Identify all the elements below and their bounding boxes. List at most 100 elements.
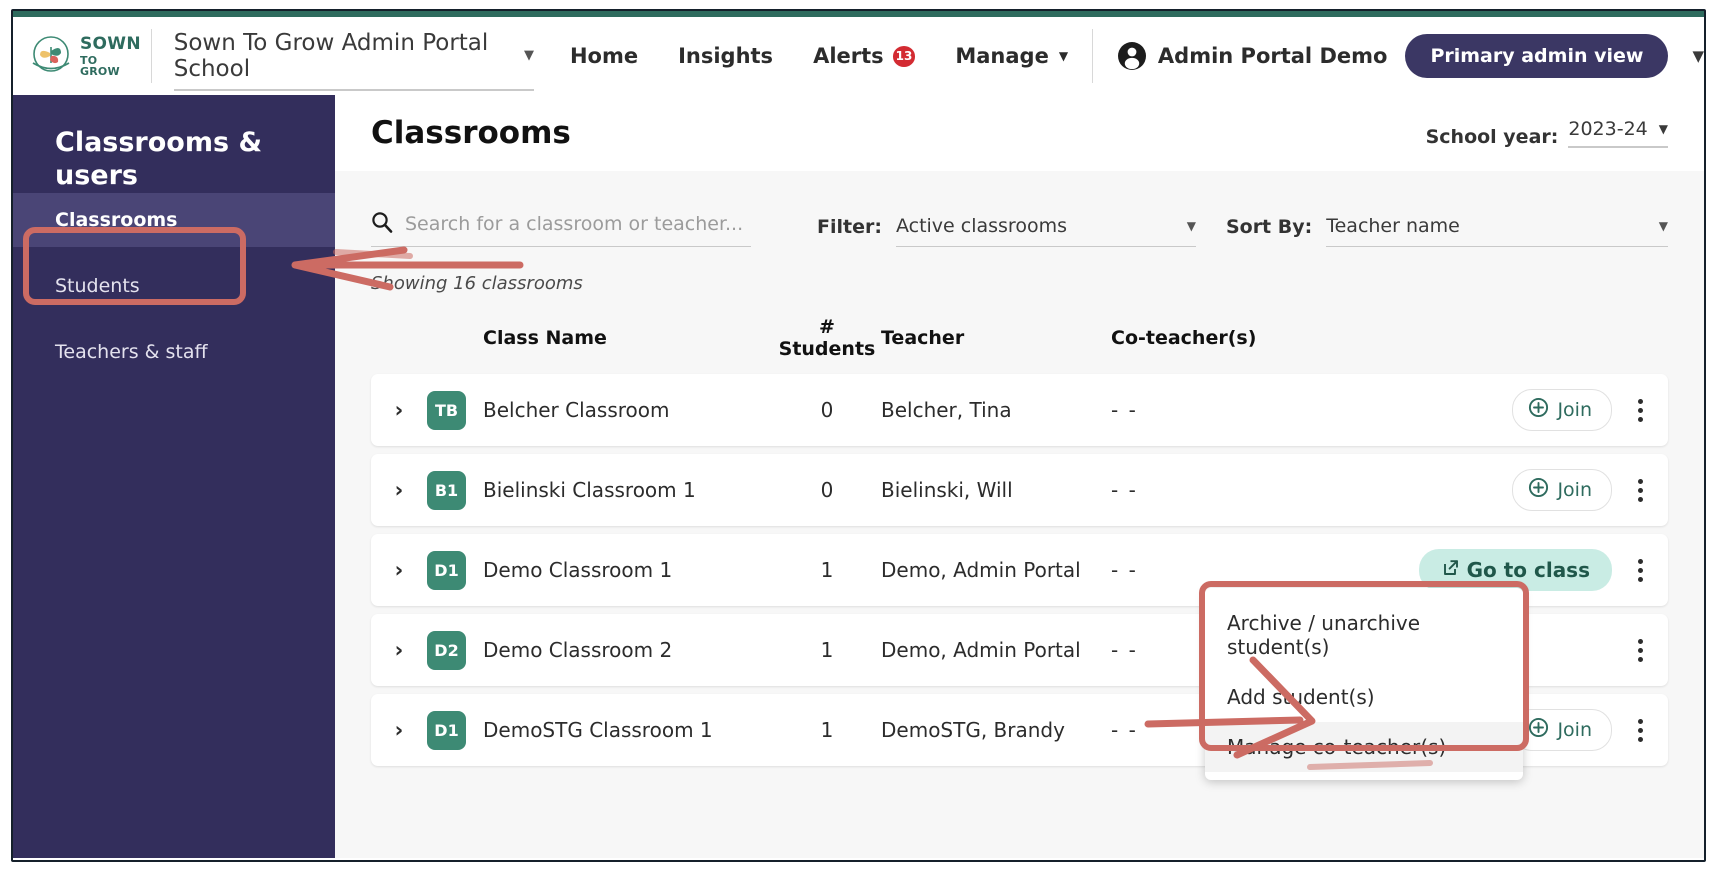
alerts-count-badge: 13	[892, 45, 916, 67]
page-header: Classrooms School year: 2023-24 ▼	[335, 95, 1704, 171]
school-year-control: School year: 2023-24 ▼	[1426, 118, 1668, 148]
join-button[interactable]: Join	[1512, 389, 1612, 431]
logo-line-2: TO GROW	[80, 53, 120, 78]
sidebar-title: Classrooms & users	[55, 127, 262, 191]
student-count: 1	[820, 638, 834, 662]
menu-item-add-students[interactable]: Add student(s)	[1205, 672, 1523, 722]
brand-logo[interactable]: SOWN TO GROW	[28, 33, 141, 79]
nav-link-home[interactable]: Home	[570, 44, 638, 68]
sort-by-select[interactable]: Teacher name ▼	[1326, 215, 1668, 247]
go-to-class-button[interactable]: Go to class	[1418, 549, 1612, 591]
expand-row-chevron-right-icon[interactable]: ›	[371, 398, 427, 422]
sidebar: Classrooms & users Classrooms Students T…	[13, 95, 335, 862]
go-to-class-label: Go to class	[1466, 558, 1590, 582]
menu-item-manage-co-teachers[interactable]: Manage co-teacher(s)	[1205, 722, 1523, 772]
plus-circle-icon	[1528, 717, 1549, 743]
chevron-down-icon: ▼	[1058, 49, 1069, 63]
search-box[interactable]	[371, 211, 751, 247]
row-more-options-icon[interactable]	[1612, 478, 1668, 502]
expand-row-chevron-right-icon[interactable]: ›	[371, 638, 427, 662]
row-more-options-icon[interactable]	[1612, 558, 1668, 582]
sidebar-item-students[interactable]: Students	[13, 259, 335, 313]
school-year-value: 2023-24	[1568, 118, 1648, 140]
page-title: Classrooms	[371, 115, 571, 151]
chevron-down-icon: ▼	[1658, 122, 1668, 136]
table-row[interactable]: › B1 Bielinski Classroom 1 0 Bielinski, Will…	[371, 454, 1668, 526]
user-name-label: Admin Portal Demo	[1157, 44, 1388, 68]
teacher-name: Bielinski, Will	[881, 478, 1013, 502]
nav-divider	[150, 29, 152, 83]
classroom-name: DemoSTG Classroom 1	[483, 718, 713, 742]
classroom-avatar: TB	[427, 390, 466, 430]
results-count: Showing 16 classrooms	[371, 273, 583, 294]
menu-item-archive-unarchive-students[interactable]: Archive / unarchive student(s)	[1205, 598, 1523, 672]
filter-select[interactable]: Active classrooms ▼	[895, 215, 1196, 247]
student-count: 0	[820, 398, 834, 422]
student-count: 1	[820, 558, 834, 582]
school-year-label: School year:	[1425, 126, 1559, 148]
co-teacher-names: - -	[1111, 558, 1138, 582]
table-header-row: Class Name # Students Teacher Co-teacher…	[371, 294, 1668, 374]
app-screenshot: SOWN TO GROW Sown To Grow Admin Portal S…	[0, 0, 1716, 870]
sort-by-control: Sort By: Teacher name ▼	[1226, 215, 1668, 247]
nav-link-alerts[interactable]: Alerts 13	[813, 44, 916, 68]
classroom-avatar: D1	[427, 710, 466, 750]
join-button[interactable]: Join	[1512, 709, 1612, 751]
filters-toolbar: Filter: Active classrooms ▼ Sort By: Tea…	[335, 171, 1704, 247]
expand-row-chevron-right-icon[interactable]: ›	[371, 478, 427, 502]
sidebar-item-classrooms[interactable]: Classrooms	[13, 192, 335, 247]
classroom-avatar: D1	[427, 550, 466, 590]
sidebar-item-students-label: Students	[55, 274, 140, 297]
filter-control: Filter: Active classrooms ▼	[817, 215, 1196, 247]
join-button-label: Join	[1557, 479, 1592, 501]
sown-to-grow-logo-icon	[28, 33, 74, 79]
join-button-label: Join	[1557, 399, 1592, 421]
user-account[interactable]: Admin Portal Demo	[1117, 41, 1388, 71]
classroom-name: Demo Classroom 2	[483, 638, 673, 662]
chevron-down-icon: ▼	[523, 48, 534, 63]
classroom-avatar: B1	[427, 470, 466, 510]
expand-row-chevron-right-icon[interactable]: ›	[371, 718, 427, 742]
column-header-teacher: Teacher	[881, 327, 965, 349]
teacher-name: Demo, Admin Portal	[881, 638, 1081, 662]
account-chevron-down-icon[interactable]: ▼	[1692, 47, 1704, 65]
avatar-icon	[1117, 41, 1147, 71]
nav-divider-2	[1092, 29, 1093, 83]
school-year-select[interactable]: 2023-24 ▼	[1568, 118, 1668, 148]
sidebar-item-classrooms-label: Classrooms	[55, 208, 178, 231]
co-teacher-names: - -	[1111, 478, 1138, 502]
sidebar-item-teachers-staff[interactable]: Teachers & staff	[13, 325, 335, 379]
row-more-options-icon[interactable]	[1612, 718, 1668, 742]
sort-by-label: Sort By:	[1225, 216, 1313, 238]
student-count: 0	[820, 478, 834, 502]
column-header-class-name: Class Name	[483, 327, 607, 349]
classroom-name: Belcher Classroom	[483, 398, 670, 422]
teacher-name: Belcher, Tina	[881, 398, 1012, 422]
classroom-avatar: D2	[427, 630, 466, 670]
primary-admin-view-button[interactable]: Primary admin view	[1405, 34, 1669, 78]
plus-circle-icon	[1528, 477, 1549, 503]
filter-label: Filter:	[817, 216, 882, 238]
expand-row-chevron-right-icon[interactable]: ›	[371, 558, 427, 582]
sidebar-item-teachers-staff-label: Teachers & staff	[55, 340, 208, 363]
table-row[interactable]: › TB Belcher Classroom 0 Belcher, Tina - - Joi…	[371, 374, 1668, 446]
school-selector[interactable]: Sown To Grow Admin Portal School ▼	[173, 30, 534, 91]
row-more-options-icon[interactable]	[1612, 638, 1668, 662]
search-input[interactable]	[405, 213, 751, 235]
row-context-menu: Archive / unarchive student(s) Add stude…	[1205, 588, 1523, 780]
brand-logo-text: SOWN TO GROW	[80, 33, 141, 78]
nav-link-manage[interactable]: Manage ▼	[955, 44, 1068, 68]
filter-value: Active classrooms	[895, 215, 1067, 237]
classroom-name: Bielinski Classroom 1	[483, 478, 696, 502]
nav-link-alerts-label: Alerts	[813, 44, 884, 68]
column-header-num-students: # Students	[778, 316, 876, 360]
nav-link-home-label: Home	[569, 44, 639, 68]
nav-link-manage-label: Manage	[955, 44, 1049, 68]
chevron-down-icon: ▼	[1658, 219, 1668, 233]
join-button[interactable]: Join	[1512, 469, 1612, 511]
nav-link-insights-label: Insights	[678, 44, 774, 68]
row-more-options-icon[interactable]	[1612, 398, 1668, 422]
logo-line-1: SOWN	[80, 33, 141, 54]
teacher-name: DemoSTG, Brandy	[881, 718, 1065, 742]
nav-link-insights[interactable]: Insights	[678, 44, 773, 68]
